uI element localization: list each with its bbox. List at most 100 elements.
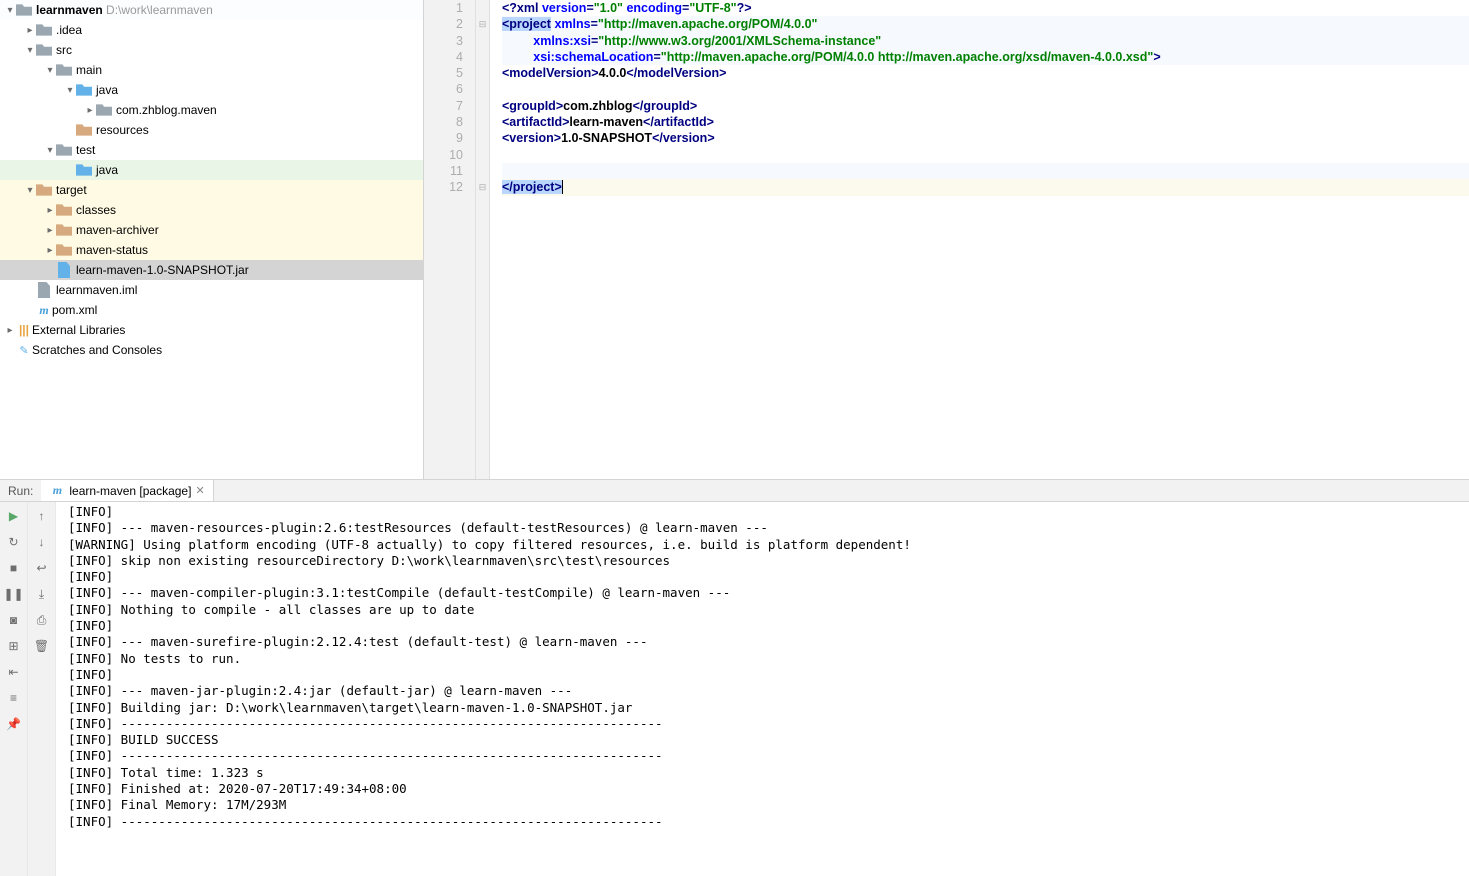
editor-gutter[interactable]: 123456789101112 — [424, 0, 476, 479]
tree-row[interactable]: ▸|||External Libraries — [0, 320, 423, 340]
rerun-icon[interactable]: ↻ — [6, 534, 22, 550]
fold-icon — [476, 49, 489, 65]
tree-row[interactable]: ▾ target — [0, 180, 423, 200]
editor-code[interactable]: <?xml version="1.0" encoding="UTF-8"?><p… — [490, 0, 1469, 479]
folder-icon — [36, 22, 52, 38]
stack-icon[interactable]: ≡ — [6, 690, 22, 706]
tree-label: learn-maven-1.0-SNAPSHOT.jar — [76, 263, 249, 277]
tree-label: main — [76, 63, 102, 77]
tree-row[interactable]: ▸maven-status — [0, 240, 423, 260]
twisty-icon[interactable]: ▸ — [44, 225, 56, 236]
tree-row[interactable]: ✎Scratches and Consoles — [0, 340, 423, 360]
tree-row[interactable]: ▾ java — [0, 80, 423, 100]
code-line[interactable]: <version>1.0-SNAPSHOT</version> — [502, 130, 1469, 146]
print-icon[interactable]: ⎙ — [34, 612, 50, 628]
tree-row[interactable]: ▾learnmaven D:\work\learnmaven — [0, 0, 423, 20]
folder-icon — [56, 62, 72, 78]
code-line[interactable]: xsi:schemaLocation="http://maven.apache.… — [502, 49, 1469, 65]
camera-icon[interactable]: ◙ — [6, 612, 22, 628]
twisty-icon[interactable]: ▾ — [44, 145, 56, 156]
scratch-icon: ✎ — [16, 344, 32, 357]
folder-icon — [76, 122, 92, 138]
pin-icon[interactable]: 📌 — [6, 716, 22, 732]
code-line[interactable] — [502, 163, 1469, 179]
tree-label: learnmaven — [36, 3, 103, 17]
twisty-icon[interactable]: ▾ — [4, 5, 16, 16]
fold-icon — [476, 130, 489, 146]
code-line[interactable] — [502, 147, 1469, 163]
fold-icon[interactable]: ⊟ — [476, 16, 489, 32]
play-icon[interactable]: ▶ — [6, 508, 22, 524]
run-tab-title: learn-maven [package] — [69, 484, 191, 498]
code-line[interactable]: </project> — [502, 179, 1469, 195]
wrap-icon[interactable]: ↩ — [34, 560, 50, 576]
tree-label: test — [76, 143, 95, 157]
tree-row[interactable]: learn-maven-1.0-SNAPSHOT.jar — [0, 260, 423, 280]
code-line[interactable]: <modelVersion>4.0.0</modelVersion> — [502, 65, 1469, 81]
tree-row[interactable]: learnmaven.iml — [0, 280, 423, 300]
library-icon: ||| — [16, 323, 32, 337]
fold-icon[interactable]: ⊟ — [476, 179, 489, 195]
tree-label: java — [96, 83, 118, 97]
twisty-icon[interactable]: ▾ — [44, 65, 56, 76]
tree-row[interactable]: ▾ main — [0, 60, 423, 80]
folder-icon — [76, 162, 92, 178]
editor[interactable]: 123456789101112 ⊟⊟ <?xml version="1.0" e… — [424, 0, 1469, 479]
fold-icon — [476, 81, 489, 97]
run-tab[interactable]: m learn-maven [package] ✕ — [41, 480, 213, 501]
tree-label: learnmaven.iml — [56, 283, 137, 297]
tree-row[interactable]: ▸ maven-archiver — [0, 220, 423, 240]
pause-icon[interactable]: ❚❚ — [6, 586, 22, 602]
up-icon[interactable]: ↑ — [34, 508, 50, 524]
twisty-icon[interactable]: ▾ — [64, 85, 76, 96]
tree-row[interactable]: ▸ classes — [0, 200, 423, 220]
exit-icon[interactable]: ⇤ — [6, 664, 22, 680]
tree-label: maven-archiver — [76, 223, 159, 237]
close-icon[interactable]: ✕ — [195, 484, 204, 497]
tree-label: com.zhblog.maven — [116, 103, 217, 117]
run-label: Run: — [0, 484, 41, 498]
twisty-icon[interactable]: ▸ — [84, 105, 96, 116]
tree-row[interactable]: ▾src — [0, 40, 423, 60]
folder-icon — [56, 202, 72, 218]
tree-label: classes — [76, 203, 116, 217]
fold-icon — [476, 147, 489, 163]
twisty-icon[interactable]: ▸ — [44, 205, 56, 216]
twisty-icon[interactable]: ▾ — [24, 45, 36, 56]
tree-row[interactable]: mpom.xml — [0, 300, 423, 320]
fold-icon — [476, 98, 489, 114]
tree-row[interactable]: ▾ test — [0, 140, 423, 160]
layout-icon[interactable]: ⊞ — [6, 638, 22, 654]
tree-label: java — [96, 163, 118, 177]
folder-icon — [36, 182, 52, 198]
code-line[interactable]: <groupId>com.zhblog</groupId> — [502, 98, 1469, 114]
tree-label: target — [56, 183, 87, 197]
folder-icon — [76, 82, 92, 98]
trash-icon[interactable]: 🗑 — [34, 638, 50, 654]
run-tabbar: Run: m learn-maven [package] ✕ — [0, 480, 1469, 502]
stop-icon[interactable]: ■ — [6, 560, 22, 576]
code-line[interactable]: <?xml version="1.0" encoding="UTF-8"?> — [502, 0, 1469, 16]
twisty-icon[interactable]: ▸ — [44, 245, 56, 256]
console-output[interactable]: [INFO] [INFO] --- maven-resources-plugin… — [56, 502, 1469, 876]
code-line[interactable] — [502, 81, 1469, 97]
tree-row[interactable]: ▸.idea — [0, 20, 423, 40]
down-icon[interactable]: ↓ — [34, 534, 50, 550]
code-line[interactable]: <artifactId>learn-maven</artifactId> — [502, 114, 1469, 130]
tree-row[interactable]: java — [0, 160, 423, 180]
tree-row[interactable]: resources — [0, 120, 423, 140]
folder-icon — [56, 222, 72, 238]
scroll-icon[interactable]: ⤓ — [34, 586, 50, 602]
twisty-icon[interactable]: ▸ — [24, 25, 36, 36]
folder-icon — [96, 102, 112, 118]
tree-label: External Libraries — [32, 323, 125, 337]
code-line[interactable]: xmlns:xsi="http://www.w3.org/2001/XMLSch… — [502, 33, 1469, 49]
run-toolbar-left2: ↑ ↓ ↩ ⤓ ⎙ 🗑 — [28, 502, 56, 876]
code-line[interactable]: <project xmlns="http://maven.apache.org/… — [502, 16, 1469, 32]
project-tree[interactable]: ▾learnmaven D:\work\learnmaven▸.idea▾src… — [0, 0, 424, 479]
folder-icon — [16, 2, 32, 18]
tree-row[interactable]: ▸ com.zhblog.maven — [0, 100, 423, 120]
editor-fold-gutter[interactable]: ⊟⊟ — [476, 0, 490, 479]
twisty-icon[interactable]: ▸ — [4, 325, 16, 336]
twisty-icon[interactable]: ▾ — [24, 185, 36, 196]
